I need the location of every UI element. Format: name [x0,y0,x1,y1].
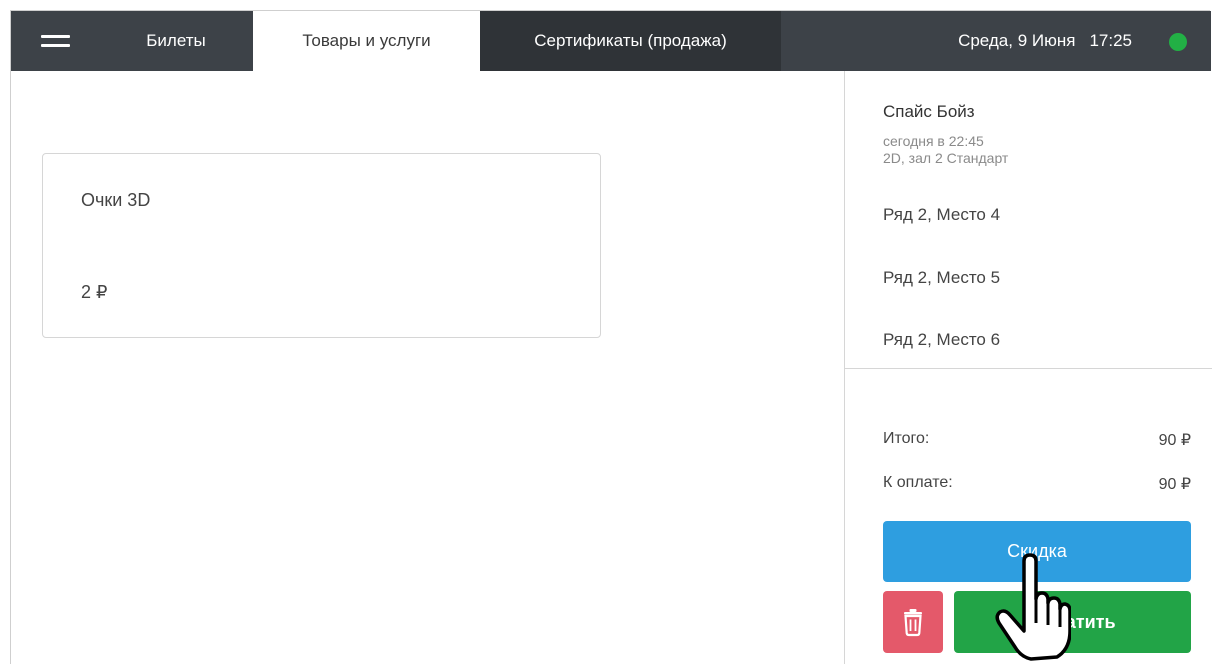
delete-order-button[interactable] [883,591,943,653]
tab-goods-and-services[interactable]: Товары и услуги [253,11,480,71]
pay-button[interactable]: Оплатить [954,591,1191,653]
film-title: Спайс Бойз [883,102,975,121]
to-pay-value: 90 ₽ [1158,476,1191,493]
menu-icon-line [41,44,70,47]
app-window: Билеты Товары и услуги Сертификаты (прод… [10,10,1212,664]
date-time: Среда, 9 Июня 17:25 [958,11,1132,71]
product-card[interactable]: Очки 3D 2 ₽ [42,153,601,338]
seat-item: Ряд 2, Место 4 [883,205,1001,224]
to-pay-row: К оплате: 90 ₽ [883,474,1191,493]
top-bar: Билеты Товары и услуги Сертификаты (прод… [11,11,1211,71]
divider [845,368,1212,369]
session-hall: 2D, зал 2 Стандарт [883,150,1009,166]
menu-icon-line [41,35,70,38]
total-row: Итого: 90 ₽ [883,430,1191,449]
seat-item: Ряд 2, Место 6 [883,330,1001,349]
current-date: Среда, 9 Июня [958,31,1076,50]
order-panel: Спайс Бойз сегодня в 22:45 2D, зал 2 Ста… [844,71,1212,664]
product-price: 2 ₽ [81,282,108,302]
tab-tickets[interactable]: Билеты [99,11,253,71]
tab-certificates-sale[interactable]: Сертификаты (продажа) [480,11,781,71]
to-pay-label: К оплате: [883,474,953,491]
product-name: Очки 3D [81,190,151,210]
current-time: 17:25 [1089,31,1132,50]
session-time: сегодня в 22:45 [883,133,984,149]
seat-item: Ряд 2, Место 5 [883,268,1001,287]
connection-status-icon [1169,33,1187,51]
trash-icon [904,609,922,637]
total-label: Итого: [883,430,930,447]
products-panel: Очки 3D 2 ₽ [11,71,844,664]
menu-icon[interactable] [11,11,99,71]
discount-button[interactable]: Скидка [883,521,1191,582]
total-value: 90 ₽ [1158,432,1191,449]
